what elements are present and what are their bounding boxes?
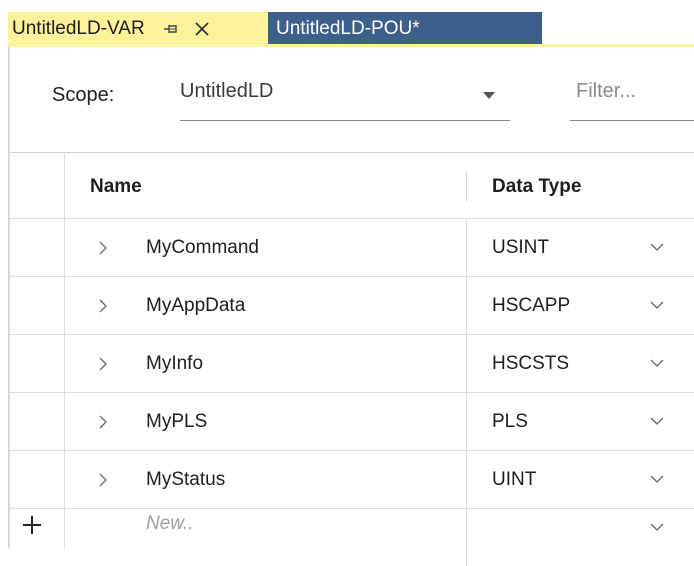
- document-tab-strip: UntitledLD-VAR UntitledLD-POU*: [0, 0, 694, 47]
- table-row[interactable]: MyInfo HSCSTS: [10, 335, 694, 393]
- chevron-right-icon[interactable]: [98, 415, 108, 429]
- column-separator[interactable]: [466, 172, 467, 202]
- variable-data-type[interactable]: PLS: [492, 411, 528, 433]
- variable-name[interactable]: MyInfo: [146, 353, 203, 375]
- grid-header-row: Name Data Type: [10, 152, 694, 219]
- tab-untitledld-pou[interactable]: UntitledLD-POU*: [268, 12, 542, 46]
- variable-data-type[interactable]: HSCAPP: [492, 295, 570, 317]
- scope-dropdown[interactable]: UntitledLD: [180, 72, 510, 121]
- column-header-name[interactable]: Name: [90, 176, 142, 198]
- cell-divider: [466, 277, 467, 334]
- chevron-down-icon: [483, 92, 495, 99]
- variable-data-type[interactable]: UINT: [492, 469, 536, 491]
- variable-name[interactable]: MyAppData: [146, 295, 245, 317]
- table-row[interactable]: MyAppData HSCAPP: [10, 277, 694, 335]
- tab-title: UntitledLD-POU*: [276, 18, 420, 39]
- filter-input[interactable]: Filter...: [570, 72, 694, 121]
- chevron-right-icon[interactable]: [98, 241, 108, 255]
- chevron-down-icon[interactable]: [650, 475, 664, 484]
- variable-data-type[interactable]: USINT: [492, 237, 549, 259]
- table-row[interactable]: MyCommand USINT: [10, 219, 694, 277]
- variable-name[interactable]: MyCommand: [146, 237, 259, 259]
- chevron-down-icon[interactable]: [650, 359, 664, 368]
- active-tab-underline: [8, 44, 694, 47]
- variable-name[interactable]: MyStatus: [146, 469, 225, 491]
- column-header-data-type[interactable]: Data Type: [492, 176, 581, 198]
- chevron-down-icon[interactable]: [650, 301, 664, 310]
- cell-divider: [466, 393, 467, 450]
- variable-data-type[interactable]: HSCSTS: [492, 353, 569, 375]
- cell-divider: [466, 219, 467, 276]
- tab-title: UntitledLD-VAR: [12, 18, 145, 39]
- plus-icon[interactable]: [20, 513, 44, 537]
- scope-label: Scope:: [52, 84, 115, 106]
- chevron-right-icon[interactable]: [98, 357, 108, 371]
- table-row[interactable]: MyPLS PLS: [10, 393, 694, 451]
- cell-divider: [466, 451, 467, 508]
- chevron-right-icon[interactable]: [98, 299, 108, 313]
- table-row[interactable]: MyStatus UINT: [10, 451, 694, 509]
- close-icon[interactable]: [193, 20, 211, 38]
- pin-icon[interactable]: [161, 19, 181, 39]
- cell-divider: [466, 509, 467, 566]
- scope-value: UntitledLD: [180, 80, 274, 102]
- new-variable-row[interactable]: New..: [10, 509, 694, 566]
- new-variable-placeholder[interactable]: New..: [146, 513, 194, 535]
- chevron-down-icon[interactable]: [650, 523, 664, 532]
- chevron-down-icon[interactable]: [650, 417, 664, 426]
- filter-placeholder: Filter...: [576, 80, 637, 102]
- variables-grid: Name Data Type MyCommand USINT MyAppData…: [10, 152, 694, 566]
- cell-divider: [466, 335, 467, 392]
- variable-name[interactable]: MyPLS: [146, 411, 207, 433]
- chevron-down-icon[interactable]: [650, 243, 664, 252]
- tab-untitledld-var[interactable]: UntitledLD-VAR: [8, 12, 268, 46]
- chevron-right-icon[interactable]: [98, 473, 108, 487]
